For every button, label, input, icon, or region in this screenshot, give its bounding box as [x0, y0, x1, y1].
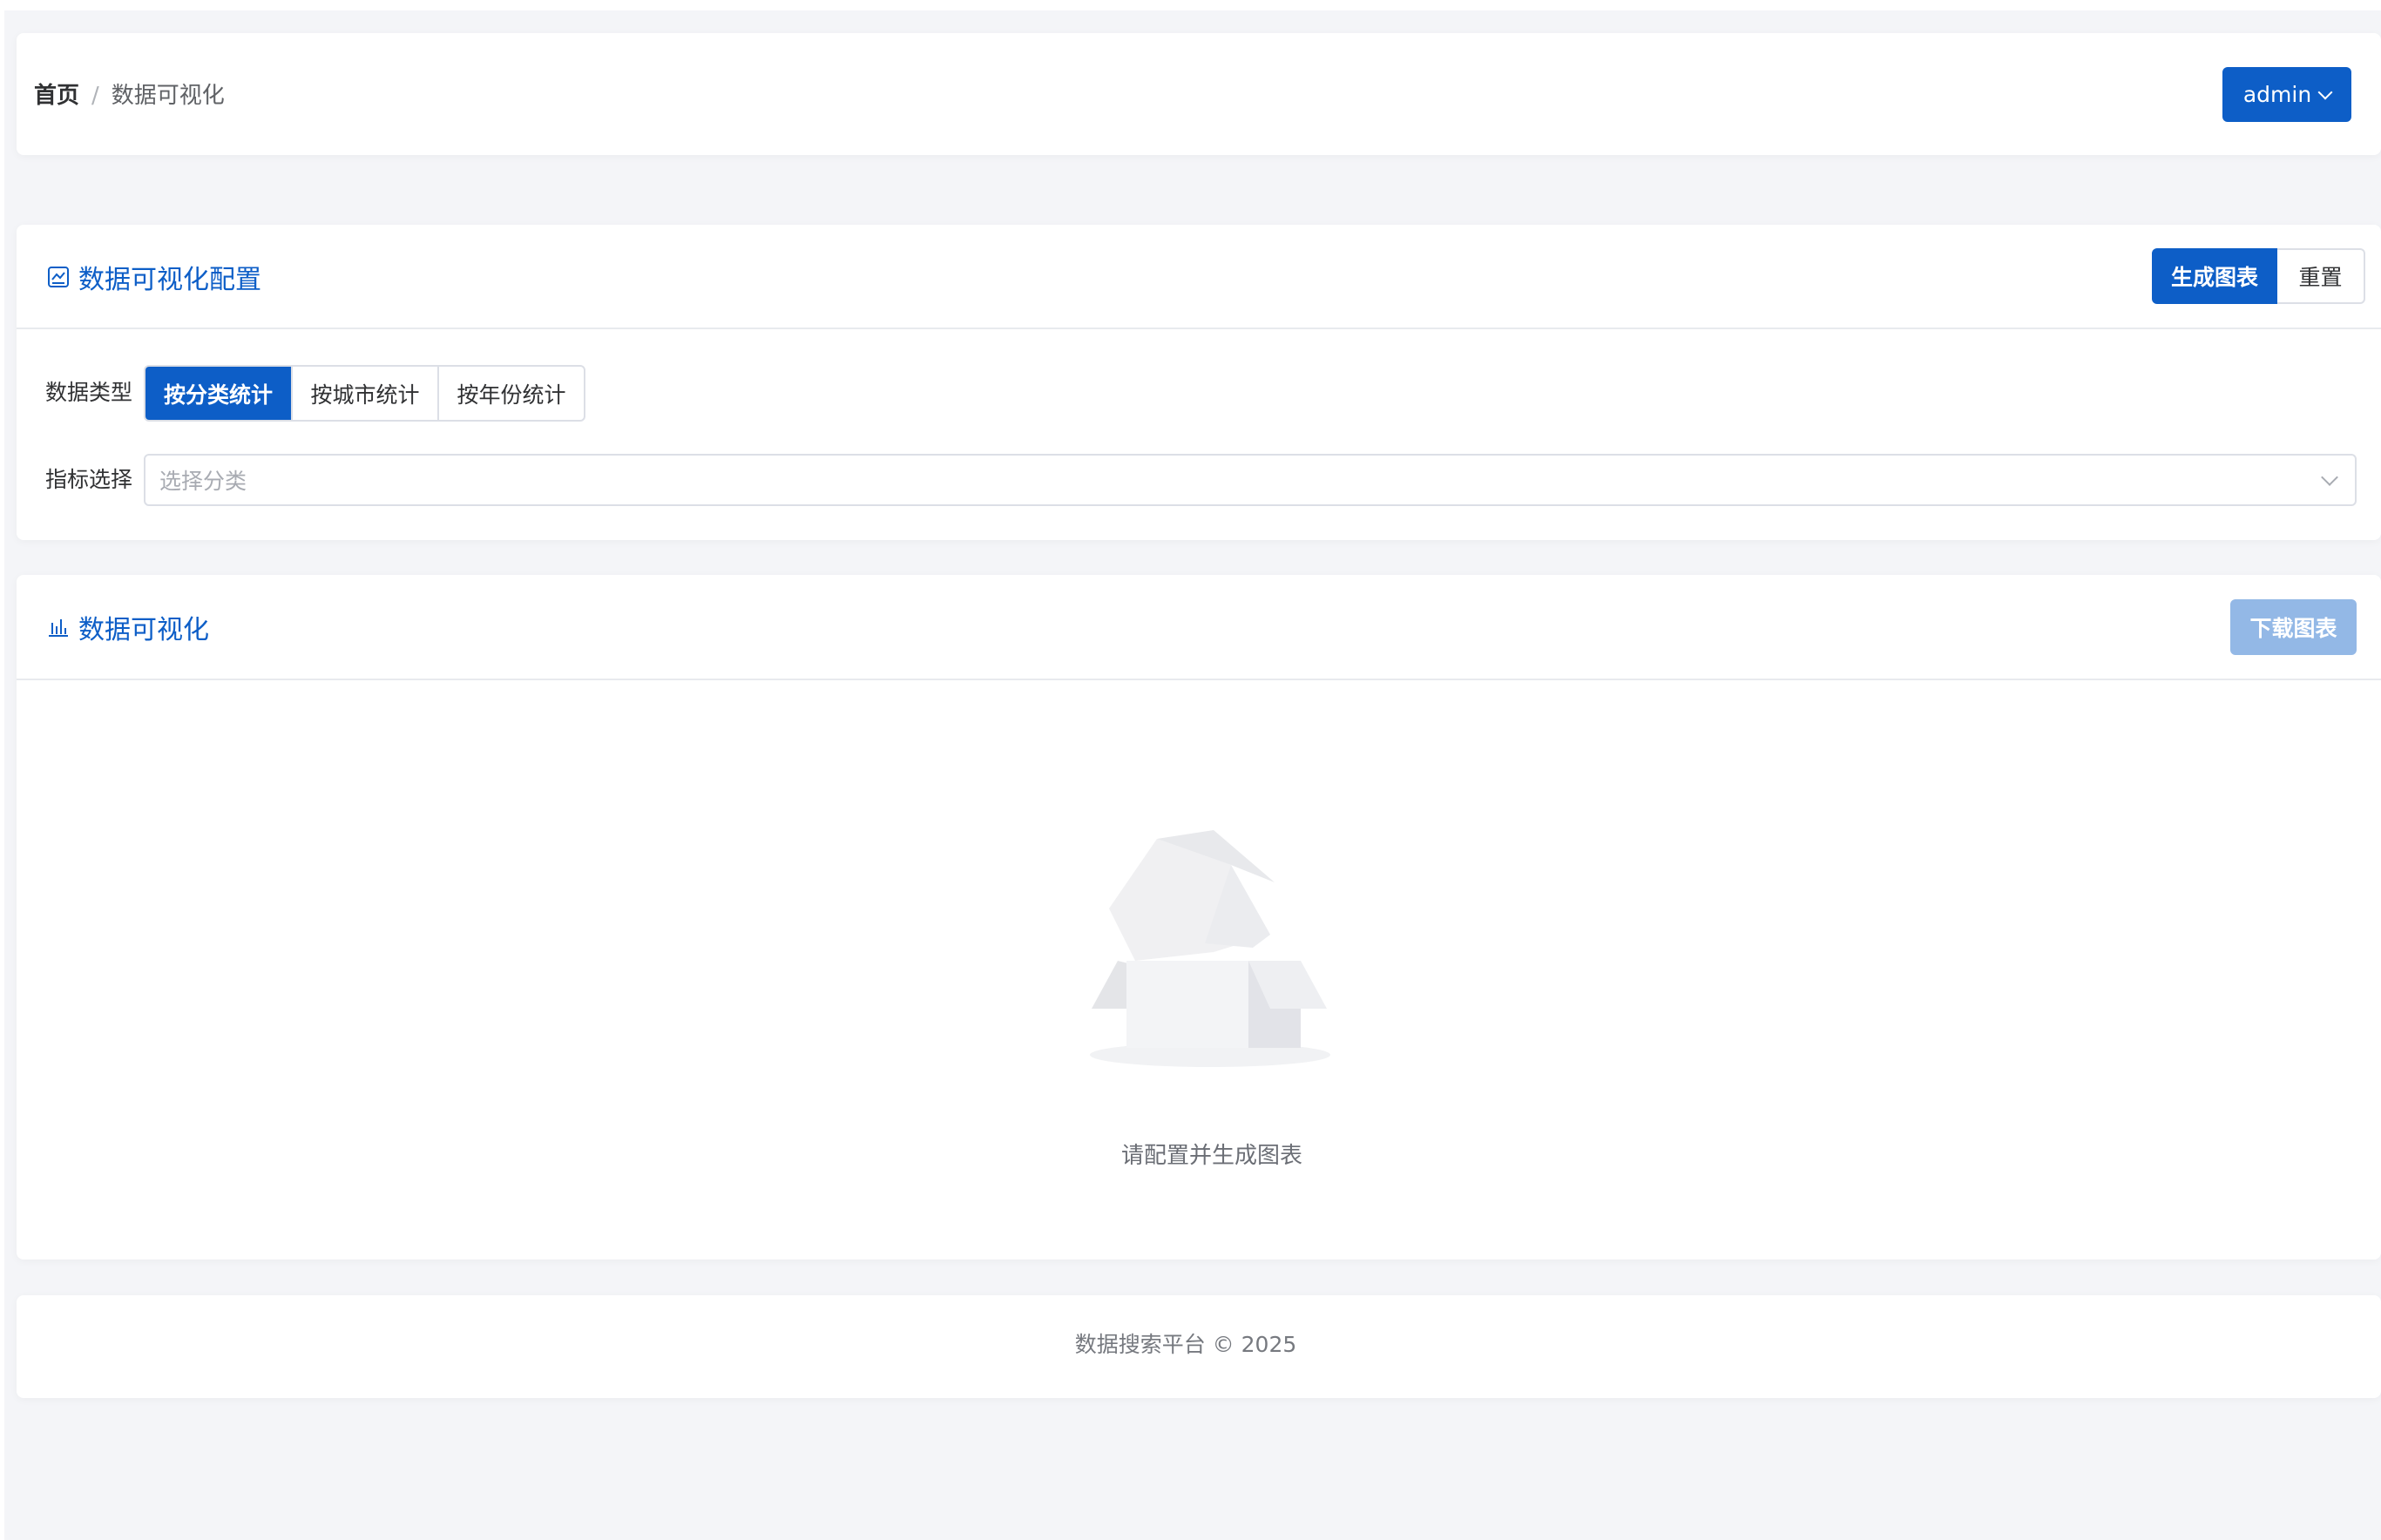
data-type-city[interactable]: 按城市统计: [291, 367, 437, 420]
reset-button[interactable]: 重置: [2277, 248, 2365, 304]
breadcrumb-home[interactable]: 首页: [34, 78, 79, 113]
footer-copyright: 数据搜索平台 © 2025: [1074, 1332, 1297, 1357]
breadcrumb-separator: /: [91, 83, 99, 109]
data-type-year[interactable]: 按年份统计: [437, 367, 584, 420]
left-strip: [0, 0, 4, 1540]
header-bar: [17, 33, 2381, 155]
data-type-label: 数据类型: [45, 380, 133, 405]
config-title: 数据可视化配置: [47, 258, 261, 296]
data-type-category[interactable]: 按分类统计: [145, 367, 291, 420]
data-type-segmented: 按分类统计 按城市统计 按年份统计: [144, 365, 585, 422]
top-strip: [0, 0, 2381, 10]
config-card-header: 数据可视化配置 生成图表 重置: [17, 225, 2381, 329]
metric-select[interactable]: 选择分类: [144, 454, 2357, 506]
chart-card: 数据可视化 下载图表 请配置并生成图表: [17, 575, 2381, 1260]
breadcrumb-current: 数据可视化: [111, 83, 225, 109]
line-chart-icon: [48, 267, 69, 287]
metric-select-placeholder: 选择分类: [159, 469, 247, 494]
chart-title: 数据可视化: [47, 608, 209, 646]
download-chart-button[interactable]: 下载图表: [2230, 599, 2357, 655]
empty-state-text: 请配置并生成图表: [1120, 1143, 1302, 1169]
generate-chart-button[interactable]: 生成图表: [2152, 248, 2277, 304]
metric-label: 指标选择: [45, 467, 133, 492]
user-menu-button[interactable]: admin: [2222, 67, 2351, 122]
config-card: 数据可视化配置 生成图表 重置 数据类型 按分类统计 按城市统计 按年份统计 指…: [17, 225, 2381, 540]
page: 首页 / 数据可视化 admin 数据可视化配置 生成图表 重置 数据类型 按分…: [0, 0, 2381, 1540]
bar-chart-icon: [49, 619, 68, 637]
chart-title-text: 数据可视化: [78, 615, 209, 645]
chart-card-header: 数据可视化 下载图表: [17, 575, 2381, 680]
chevron-down-icon: [2321, 469, 2338, 486]
config-title-text: 数据可视化配置: [78, 265, 261, 295]
config-actions: 生成图表 重置: [2152, 248, 2365, 304]
breadcrumb: 首页 / 数据可视化: [34, 78, 225, 113]
chevron-down-icon: [2317, 84, 2333, 99]
empty-box-icon: [1090, 830, 1330, 1067]
user-name: admin: [2242, 82, 2312, 107]
